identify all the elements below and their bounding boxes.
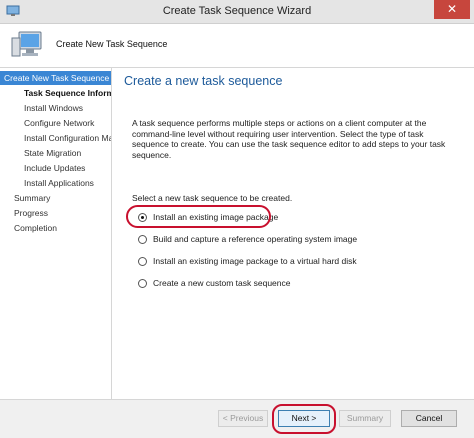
window-title: Create Task Sequence Wizard bbox=[162, 5, 312, 17]
header-title: Create New Task Sequence bbox=[56, 39, 168, 49]
option-create-new-custom-task-sequence[interactable]: Create a new custom task sequence bbox=[138, 276, 291, 290]
title-bar: Create Task Sequence Wizard ✕ bbox=[0, 0, 474, 24]
radio-button[interactable] bbox=[138, 256, 147, 266]
sidebar-item-create-new-task-sequence[interactable]: Create New Task Sequence bbox=[0, 71, 111, 85]
sidebar-item-configure-network[interactable]: Configure Network bbox=[0, 116, 111, 130]
option-label: Build and capture a reference operating … bbox=[153, 234, 358, 244]
sidebar-item-install-configuration-manager[interactable]: Install Configuration Manager bbox=[0, 131, 111, 145]
radio-button[interactable] bbox=[138, 278, 147, 288]
description-text: A task sequence performs multiple steps … bbox=[132, 118, 446, 160]
previous-button[interactable]: < Previous bbox=[218, 410, 268, 427]
option-install-image-to-virtual-hard-disk[interactable]: Install an existing image package to a v… bbox=[138, 254, 357, 268]
sidebar-item-summary[interactable]: Summary bbox=[0, 191, 111, 205]
sidebar-item-state-migration[interactable]: State Migration bbox=[0, 146, 111, 160]
wizard-steps-sidebar: Create New Task Sequence Task Sequence I… bbox=[0, 68, 112, 399]
sidebar-item-completion[interactable]: Completion bbox=[0, 221, 111, 235]
computer-icon bbox=[11, 31, 42, 57]
option-install-existing-image-package[interactable]: Install an existing image package bbox=[138, 210, 278, 224]
close-button[interactable]: ✕ bbox=[434, 0, 470, 19]
wizard-footer: < Previous Next > Summary Cancel bbox=[0, 399, 474, 438]
option-label: Install an existing image package bbox=[153, 212, 279, 222]
radio-button-selected[interactable] bbox=[138, 212, 147, 222]
cancel-button[interactable]: Cancel bbox=[401, 410, 457, 427]
sidebar-item-include-updates[interactable]: Include Updates bbox=[0, 161, 111, 175]
select-prompt-label: Select a new task sequence to be created… bbox=[132, 193, 293, 203]
wizard-content: Create a new task sequence A task sequen… bbox=[112, 68, 474, 399]
option-build-and-capture-reference-image[interactable]: Build and capture a reference operating … bbox=[138, 232, 357, 246]
option-label: Create a new custom task sequence bbox=[153, 278, 291, 288]
summary-button[interactable]: Summary bbox=[339, 410, 391, 427]
next-button[interactable]: Next > bbox=[278, 410, 330, 427]
sidebar-item-task-sequence-information[interactable]: Task Sequence Information bbox=[0, 86, 111, 100]
sidebar-item-install-windows[interactable]: Install Windows bbox=[0, 101, 111, 115]
radio-button[interactable] bbox=[138, 234, 147, 244]
option-label: Install an existing image package to a v… bbox=[153, 256, 357, 266]
wizard-header: Create New Task Sequence bbox=[0, 24, 474, 68]
page-title: Create a new task sequence bbox=[124, 74, 283, 88]
sidebar-item-progress[interactable]: Progress bbox=[0, 206, 111, 220]
sidebar-item-install-applications[interactable]: Install Applications bbox=[0, 176, 111, 190]
